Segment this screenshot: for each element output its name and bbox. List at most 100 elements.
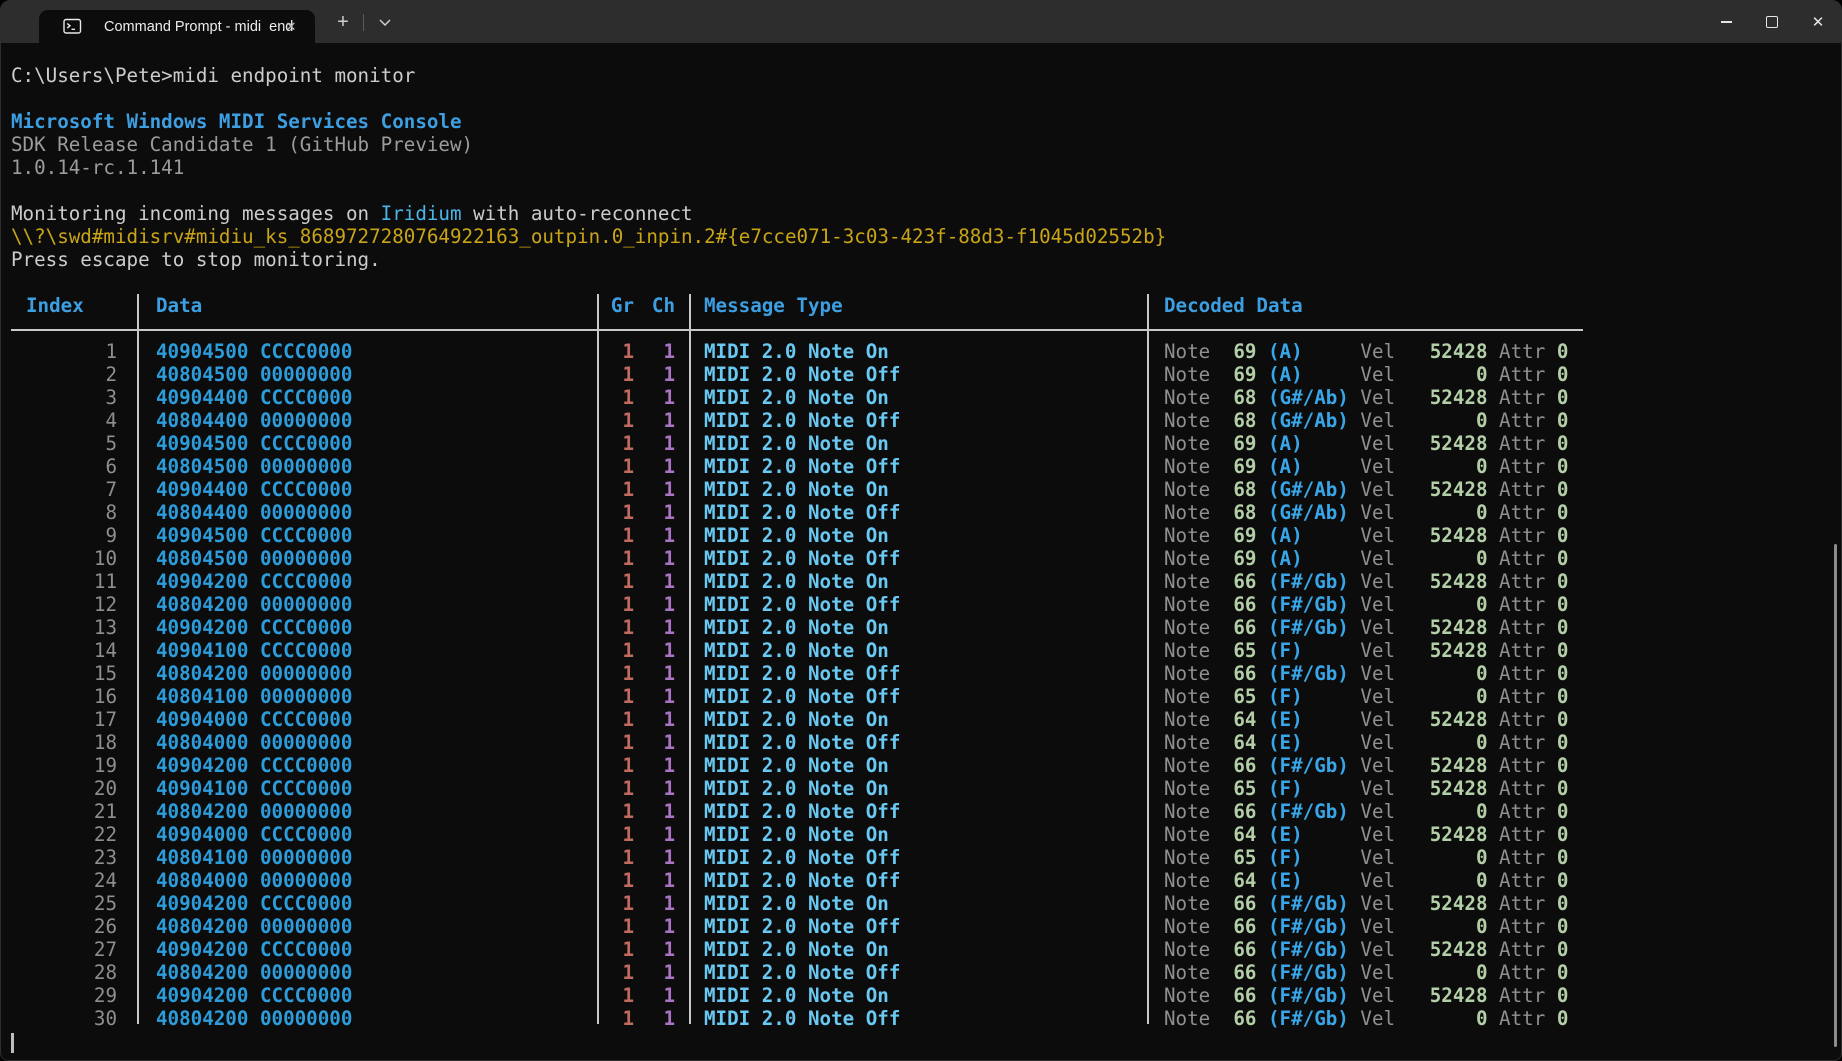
cell-index: 17 (11, 708, 137, 731)
header-decoded: Decoded Data (1147, 294, 1583, 317)
table-rows: 1 40904500 CCCC0000 11 MIDI 2.0 Note On … (11, 340, 1841, 1030)
cell-decoded-data: Note 66 (F#/Gb) Vel 52428 Attr 0 (1147, 984, 1583, 1007)
cell-message-type: MIDI 2.0 Note On (689, 386, 1147, 409)
table-row: 28 40804200 00000000 11 MIDI 2.0 Note Of… (11, 961, 1841, 984)
table-row: 14 40904100 CCCC0000 11 MIDI 2.0 Note On… (11, 639, 1841, 662)
cell-data: 40804000 00000000 (137, 869, 597, 892)
cell-decoded-data: Note 66 (F#/Gb) Vel 0 Attr 0 (1147, 915, 1583, 938)
cell-group-channel: 11 (597, 754, 689, 777)
cell-message-type: MIDI 2.0 Note On (689, 570, 1147, 593)
cell-group-channel: 11 (597, 570, 689, 593)
cell-group-channel: 11 (597, 639, 689, 662)
cell-decoded-data: Note 66 (F#/Gb) Vel 52428 Attr 0 (1147, 938, 1583, 961)
cell-decoded-data: Note 66 (F#/Gb) Vel 52428 Attr 0 (1147, 570, 1583, 593)
new-tab-button[interactable]: + (329, 9, 357, 36)
table-row: 18 40804000 00000000 11 MIDI 2.0 Note Of… (11, 731, 1841, 754)
scrollbar-thumb[interactable] (1834, 544, 1837, 1047)
cell-decoded-data: Note 65 (F) Vel 52428 Attr 0 (1147, 777, 1583, 800)
cell-data: 40804100 00000000 (137, 846, 597, 869)
table-row: 13 40904200 CCCC0000 11 MIDI 2.0 Note On… (11, 616, 1841, 639)
table-header-row: Index Data GrCh Message Type Decoded Dat… (11, 294, 1841, 317)
minimize-icon (1721, 21, 1732, 22)
table-row: 22 40904000 CCCC0000 11 MIDI 2.0 Note On… (11, 823, 1841, 846)
table-row: 23 40804100 00000000 11 MIDI 2.0 Note Of… (11, 846, 1841, 869)
cell-data: 40804200 00000000 (137, 800, 597, 823)
cell-data: 40804500 00000000 (137, 363, 597, 386)
cell-decoded-data: Note 66 (F#/Gb) Vel 0 Attr 0 (1147, 593, 1583, 616)
table-row: 15 40804200 00000000 11 MIDI 2.0 Note Of… (11, 662, 1841, 685)
table-row: 10 40804500 00000000 11 MIDI 2.0 Note Of… (11, 547, 1841, 570)
cell-data: 40904400 CCCC0000 (137, 478, 597, 501)
header-data: Data (137, 294, 597, 317)
blank-line (11, 179, 1841, 202)
cell-index: 4 (11, 409, 137, 432)
tab-dropdown-button[interactable] (371, 9, 399, 36)
cell-message-type: MIDI 2.0 Note Off (689, 685, 1147, 708)
cell-group-channel: 11 (597, 777, 689, 800)
cell-index: 13 (11, 616, 137, 639)
cell-data: 40804200 00000000 (137, 961, 597, 984)
tab-command-prompt[interactable]: Command Prompt - midi end ✕ (39, 10, 315, 43)
cell-group-channel: 11 (597, 708, 689, 731)
minimize-button[interactable] (1703, 1, 1749, 43)
cell-group-channel: 11 (597, 685, 689, 708)
cell-data: 40904500 CCCC0000 (137, 524, 597, 547)
cell-data: 40804100 00000000 (137, 685, 597, 708)
cell-group-channel: 11 (597, 984, 689, 1007)
cell-message-type: MIDI 2.0 Note Off (689, 800, 1147, 823)
cell-index: 25 (11, 892, 137, 915)
header-message-type: Message Type (689, 294, 1147, 317)
cell-message-type: MIDI 2.0 Note On (689, 823, 1147, 846)
cell-decoded-data: Note 64 (E) Vel 52428 Attr 0 (1147, 708, 1583, 731)
cell-data: 40904400 CCCC0000 (137, 386, 597, 409)
midi-message-table: Index Data GrCh Message Type Decoded Dat… (11, 294, 1841, 1030)
cell-group-channel: 11 (597, 340, 689, 363)
cell-decoded-data: Note 69 (A) Vel 0 Attr 0 (1147, 547, 1583, 570)
tab-close-icon[interactable]: ✕ (281, 17, 301, 37)
cell-group-channel: 11 (597, 386, 689, 409)
monitoring-prefix: Monitoring incoming messages on (11, 202, 381, 225)
cell-group-channel: 11 (597, 524, 689, 547)
cell-decoded-data: Note 64 (E) Vel 0 Attr 0 (1147, 869, 1583, 892)
cell-data: 40904000 CCCC0000 (137, 823, 597, 846)
cell-group-channel: 11 (597, 501, 689, 524)
cell-data: 40804200 00000000 (137, 915, 597, 938)
table-row: 16 40804100 00000000 11 MIDI 2.0 Note Of… (11, 685, 1841, 708)
cell-index: 11 (11, 570, 137, 593)
cell-data: 40804000 00000000 (137, 731, 597, 754)
table-row: 27 40904200 CCCC0000 11 MIDI 2.0 Note On… (11, 938, 1841, 961)
blank-line (11, 271, 1841, 294)
cell-message-type: MIDI 2.0 Note On (689, 892, 1147, 915)
version-line: 1.0.14-rc.1.141 (11, 156, 1841, 179)
endpoint-name: Iridium (381, 202, 462, 225)
table-row: 3 40904400 CCCC0000 11 MIDI 2.0 Note On … (11, 386, 1841, 409)
cell-index: 8 (11, 501, 137, 524)
cell-decoded-data: Note 68 (G#/Ab) Vel 52428 Attr 0 (1147, 386, 1583, 409)
cell-group-channel: 11 (597, 547, 689, 570)
titlebar: Command Prompt - midi end ✕ + ✕ (1, 1, 1841, 43)
cell-message-type: MIDI 2.0 Note Off (689, 409, 1147, 432)
cell-data: 40904500 CCCC0000 (137, 340, 597, 363)
header-index: Index (11, 294, 137, 317)
cell-data: 40804400 00000000 (137, 409, 597, 432)
close-button[interactable]: ✕ (1795, 1, 1841, 43)
cell-decoded-data: Note 64 (E) Vel 52428 Attr 0 (1147, 823, 1583, 846)
cell-group-channel: 11 (597, 800, 689, 823)
close-icon: ✕ (1812, 15, 1825, 30)
cell-data: 40904500 CCCC0000 (137, 432, 597, 455)
terminal-content: C:\Users\Pete>midi endpoint monitor Micr… (1, 43, 1841, 1061)
cell-index: 24 (11, 869, 137, 892)
cell-index: 29 (11, 984, 137, 1007)
cell-data: 40904100 CCCC0000 (137, 639, 597, 662)
cell-index: 21 (11, 800, 137, 823)
cell-decoded-data: Note 69 (A) Vel 52428 Attr 0 (1147, 340, 1583, 363)
table-row: 26 40804200 00000000 11 MIDI 2.0 Note Of… (11, 915, 1841, 938)
tab-title: Command Prompt - midi end (104, 19, 293, 35)
cell-message-type: MIDI 2.0 Note Off (689, 593, 1147, 616)
maximize-button[interactable] (1749, 1, 1795, 43)
table-row: 25 40904200 CCCC0000 11 MIDI 2.0 Note On… (11, 892, 1841, 915)
cell-message-type: MIDI 2.0 Note On (689, 777, 1147, 800)
cell-data: 40804200 00000000 (137, 662, 597, 685)
cell-message-type: MIDI 2.0 Note On (689, 432, 1147, 455)
cell-group-channel: 11 (597, 363, 689, 386)
